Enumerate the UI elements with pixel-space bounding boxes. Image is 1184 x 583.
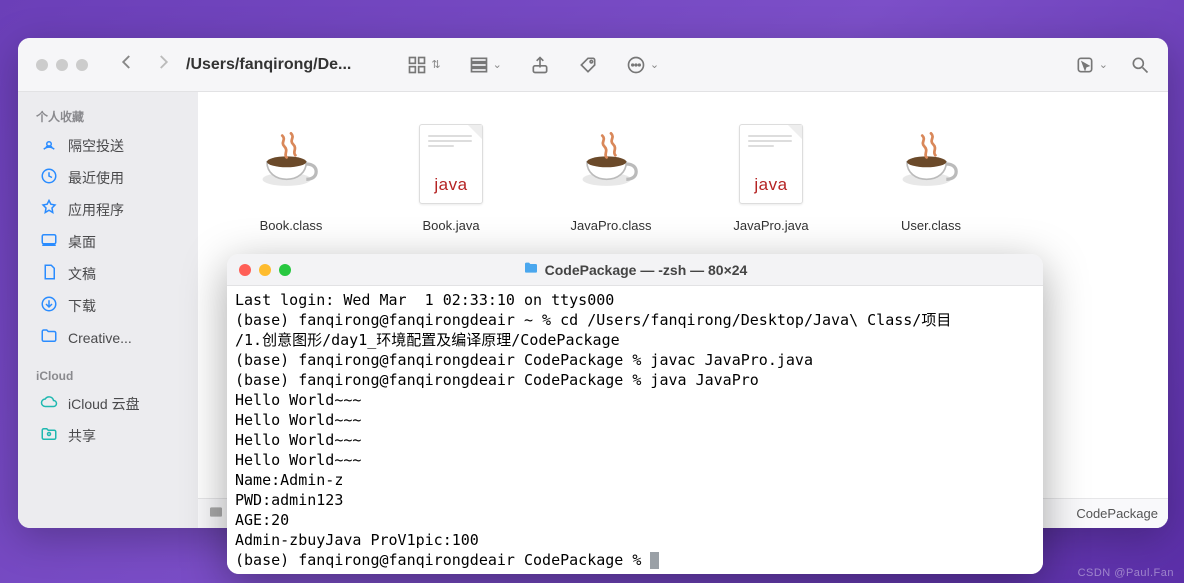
shared-icon bbox=[40, 425, 58, 446]
back-button[interactable] bbox=[118, 53, 136, 77]
file-name: User.class bbox=[870, 218, 992, 233]
finder-toolbar: /Users/fanqirong/De... ⇅ ⌄ ⌄ bbox=[18, 38, 1168, 92]
file-item[interactable]: Book.class bbox=[230, 116, 352, 233]
zoom-button[interactable] bbox=[279, 264, 291, 276]
sidebar-item-airdrop[interactable]: 隔空投送 bbox=[24, 130, 192, 161]
file-item[interactable]: java Book.java bbox=[390, 116, 512, 233]
java-file-icon: java bbox=[390, 116, 512, 212]
file-name: Book.class bbox=[230, 218, 352, 233]
traffic-lights[interactable] bbox=[36, 59, 88, 71]
file-name: Book.java bbox=[390, 218, 512, 233]
folder-icon bbox=[523, 260, 539, 279]
chevron-down-icon: ⌄ bbox=[650, 58, 659, 71]
sidebar-item-label: 最近使用 bbox=[68, 168, 124, 188]
apps-icon bbox=[40, 199, 58, 220]
view-icons-button[interactable]: ⇅ bbox=[407, 55, 440, 75]
chevron-down-icon: ⌄ bbox=[493, 58, 502, 71]
desktop-icon bbox=[40, 231, 58, 252]
file-name: JavaPro.java bbox=[710, 218, 832, 233]
sidebar-item-recents[interactable]: 最近使用 bbox=[24, 162, 192, 193]
terminal-window: CodePackage — -zsh — 80×24 Last login: W… bbox=[227, 254, 1043, 574]
sidebar-item-label: 文稿 bbox=[68, 264, 96, 284]
java-file-icon: java bbox=[710, 116, 832, 212]
updown-icon: ⇅ bbox=[431, 58, 440, 71]
sidebar-item-label: 应用程序 bbox=[68, 200, 124, 220]
sidebar-item-folder[interactable]: Creative... bbox=[24, 322, 192, 353]
tag-button[interactable] bbox=[578, 55, 598, 75]
sidebar-item-label: 桌面 bbox=[68, 232, 96, 252]
forward-button[interactable] bbox=[154, 53, 172, 77]
sidebar-item-label: iCloud 云盘 bbox=[68, 394, 140, 414]
sidebar-item-shared[interactable]: 共享 bbox=[24, 420, 192, 451]
class-file-icon bbox=[230, 116, 352, 212]
sidebar: 个人收藏 隔空投送最近使用应用程序桌面文稿下载 Creative... iClou… bbox=[18, 92, 198, 528]
nav-arrows bbox=[118, 53, 172, 77]
folder-icon bbox=[40, 327, 58, 348]
sidebar-item-desktop[interactable]: 桌面 bbox=[24, 226, 192, 257]
minimize-button[interactable] bbox=[56, 59, 68, 71]
sidebar-favorites-title: 个人收藏 bbox=[18, 102, 198, 129]
terminal-traffic-lights[interactable] bbox=[239, 264, 291, 276]
downloads-icon bbox=[40, 295, 58, 316]
close-button[interactable] bbox=[36, 59, 48, 71]
terminal-title: CodePackage — -zsh — 80×24 bbox=[545, 262, 748, 278]
sidebar-item-label: 共享 bbox=[68, 426, 96, 446]
share-button[interactable] bbox=[530, 55, 550, 75]
sidebar-item-docs[interactable]: 文稿 bbox=[24, 258, 192, 289]
toolbar-view-group: ⇅ ⌄ ⌄ bbox=[407, 55, 659, 75]
zoom-button[interactable] bbox=[76, 59, 88, 71]
file-item[interactable]: java JavaPro.java bbox=[710, 116, 832, 233]
sidebar-icloud-title: iCloud bbox=[18, 363, 198, 387]
minimize-button[interactable] bbox=[259, 264, 271, 276]
chevron-down-icon: ⌄ bbox=[1099, 58, 1108, 71]
path-title: /Users/fanqirong/De... bbox=[186, 56, 351, 74]
file-item[interactable]: JavaPro.class bbox=[550, 116, 672, 233]
group-by-button[interactable]: ⌄ bbox=[469, 55, 502, 75]
class-file-icon bbox=[550, 116, 672, 212]
file-item[interactable]: User.class bbox=[870, 116, 992, 233]
docs-icon bbox=[40, 263, 58, 284]
sidebar-item-apps[interactable]: 应用程序 bbox=[24, 194, 192, 225]
disk-icon bbox=[208, 504, 224, 523]
search-button[interactable] bbox=[1130, 55, 1150, 75]
toolbar-right: ⌄ bbox=[1075, 55, 1150, 75]
cursor-button[interactable]: ⌄ bbox=[1075, 55, 1108, 75]
more-button[interactable]: ⌄ bbox=[626, 55, 659, 75]
sidebar-item-label: Creative... bbox=[68, 330, 132, 346]
cloud-icon bbox=[40, 393, 58, 414]
close-button[interactable] bbox=[239, 264, 251, 276]
recents-icon bbox=[40, 167, 58, 188]
sidebar-item-label: 下载 bbox=[68, 296, 96, 316]
sidebar-item-downloads[interactable]: 下载 bbox=[24, 290, 192, 321]
airdrop-icon bbox=[40, 135, 58, 156]
sidebar-item-label: 隔空投送 bbox=[68, 136, 124, 156]
terminal-cursor bbox=[650, 552, 659, 569]
file-name: JavaPro.class bbox=[550, 218, 672, 233]
class-file-icon bbox=[870, 116, 992, 212]
terminal-body[interactable]: Last login: Wed Mar 1 02:33:10 on ttys00… bbox=[227, 286, 1043, 574]
sidebar-item-cloud[interactable]: iCloud 云盘 bbox=[24, 388, 192, 419]
terminal-titlebar[interactable]: CodePackage — -zsh — 80×24 bbox=[227, 254, 1043, 286]
status-path: CodePackage bbox=[1076, 506, 1158, 521]
watermark: CSDN @Paul.Fan bbox=[1078, 567, 1174, 579]
